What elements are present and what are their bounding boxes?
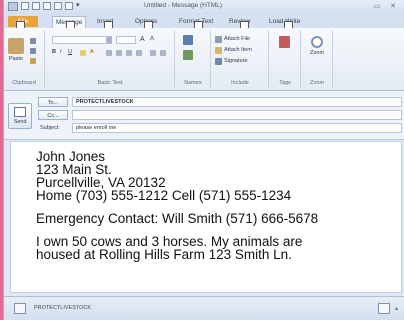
magnifier-icon	[311, 36, 323, 48]
font-size-box[interactable]	[116, 36, 136, 44]
font-color-icon[interactable]: A	[90, 48, 94, 57]
font-name-box[interactable]	[52, 36, 112, 44]
envelope-icon	[215, 47, 222, 54]
redo-icon[interactable]	[43, 2, 51, 10]
copy-icon[interactable]	[30, 48, 36, 54]
decrease-indent-icon[interactable]	[150, 50, 156, 56]
bold-icon[interactable]: B	[52, 48, 56, 57]
bullets-icon[interactable]	[106, 37, 112, 43]
align-left-icon[interactable]	[116, 50, 122, 56]
tags-group-label: Tags	[279, 80, 291, 86]
signature-button[interactable]: Signature	[215, 57, 248, 66]
contact-icon[interactable]	[14, 303, 26, 314]
send-button[interactable]: Send	[8, 103, 32, 129]
people-pane-bar: PROTECTLIVESTOCK ▴	[4, 296, 404, 320]
people-pane-name: PROTECTLIVESTOCK	[34, 305, 92, 311]
highlight-icon[interactable]	[80, 50, 86, 56]
grow-font-icon[interactable]: A	[140, 35, 145, 44]
paperclip-icon	[215, 36, 222, 43]
body-line-phones: Home (703) 555-1212 Cell (571) 555-1234	[36, 188, 292, 203]
send-label: Send	[13, 119, 27, 125]
attach-file-button[interactable]: Attach File	[215, 35, 250, 44]
include-group-label: Include	[231, 80, 249, 86]
quick-access-toolbar: ▾	[8, 2, 80, 11]
format-painter-icon[interactable]	[30, 58, 36, 64]
signature-label: Signature	[224, 58, 248, 64]
message-header: Send To... PROTECTLIVESTOCK Cc... Subjec…	[4, 91, 404, 140]
to-button[interactable]: To...	[38, 97, 68, 107]
clipboard-group: Paste Clipboard	[4, 30, 45, 88]
to-field[interactable]: PROTECTLIVESTOCK	[72, 97, 402, 107]
shrink-font-icon[interactable]: A	[150, 35, 154, 44]
clipboard-group-label: Clipboard	[12, 80, 36, 86]
paste-icon	[8, 38, 24, 54]
cc-field[interactable]	[72, 110, 402, 120]
body-line-farm: housed at Rolling Hills Farm 123 Smith L…	[36, 247, 292, 262]
tags-group: Tags	[270, 30, 301, 88]
names-group: Names	[176, 30, 211, 88]
basic-text-group-label: Basic Text	[97, 80, 123, 86]
cut-icon[interactable]	[30, 38, 36, 44]
attach-item-button[interactable]: Attach Item	[215, 46, 252, 55]
up-arrow-icon[interactable]	[54, 2, 62, 10]
people-pane-contact-icon[interactable]	[378, 303, 390, 314]
app-icon[interactable]	[8, 2, 18, 11]
subject-field[interactable]: please enroll me	[72, 123, 402, 133]
align-center-icon[interactable]	[126, 50, 132, 56]
body-line-emergency: Emergency Contact: Will Smith (571) 666-…	[36, 211, 319, 226]
ribbon: Paste Clipboard A A B I U A Basic Text N…	[4, 28, 404, 91]
save-icon[interactable]	[21, 2, 29, 10]
window-controls[interactable]: ▭ ✕	[374, 2, 400, 10]
customize-qat-icon[interactable]: ▾	[76, 2, 80, 11]
zoom-button-label: Zoom	[309, 50, 325, 56]
zoom-group-label: Zoom	[309, 80, 325, 86]
subject-label: Subject:	[40, 125, 60, 131]
message-body[interactable]: John Jones 123 Main St. Purcellville, VA…	[10, 141, 402, 293]
attach-item-label: Attach Item	[224, 47, 252, 53]
check-names-icon[interactable]	[183, 50, 193, 60]
include-group: Attach File Attach Item Signature Includ…	[212, 30, 269, 88]
ribbon-tabs: File Message Insert Options Format Text …	[4, 14, 404, 30]
italic-icon[interactable]: I	[60, 48, 62, 57]
increase-indent-icon[interactable]	[160, 50, 166, 56]
signature-icon	[215, 58, 222, 65]
paste-label: Paste	[8, 56, 24, 62]
attach-file-label: Attach File	[224, 36, 250, 42]
zoom-button[interactable]: Zoom	[308, 36, 326, 56]
underline-icon[interactable]: U	[68, 48, 72, 57]
title-bar: ▾ Untitled - Message (HTML) ▭ ✕	[4, 0, 404, 14]
cc-button[interactable]: Cc...	[38, 110, 68, 120]
zoom-group: Zoom Zoom	[302, 30, 333, 88]
down-arrow-icon[interactable]	[65, 2, 73, 10]
numbering-icon[interactable]	[106, 50, 112, 56]
align-right-icon[interactable]	[136, 50, 142, 56]
window-title: Untitled - Message (HTML)	[144, 2, 223, 9]
undo-icon[interactable]	[32, 2, 40, 10]
address-book-icon[interactable]	[183, 35, 193, 45]
message-window: ▾ Untitled - Message (HTML) ▭ ✕ File Mes…	[3, 0, 404, 320]
send-icon	[14, 107, 26, 117]
expand-arrow-icon[interactable]: ▴	[395, 305, 398, 312]
flag-icon[interactable]	[279, 36, 290, 48]
names-group-label: Names	[184, 80, 202, 86]
paste-button[interactable]: Paste	[7, 38, 25, 62]
message-body-text: John Jones 123 Main St. Purcellville, VA…	[36, 150, 319, 262]
basic-text-group: A A B I U A Basic Text	[46, 30, 175, 88]
